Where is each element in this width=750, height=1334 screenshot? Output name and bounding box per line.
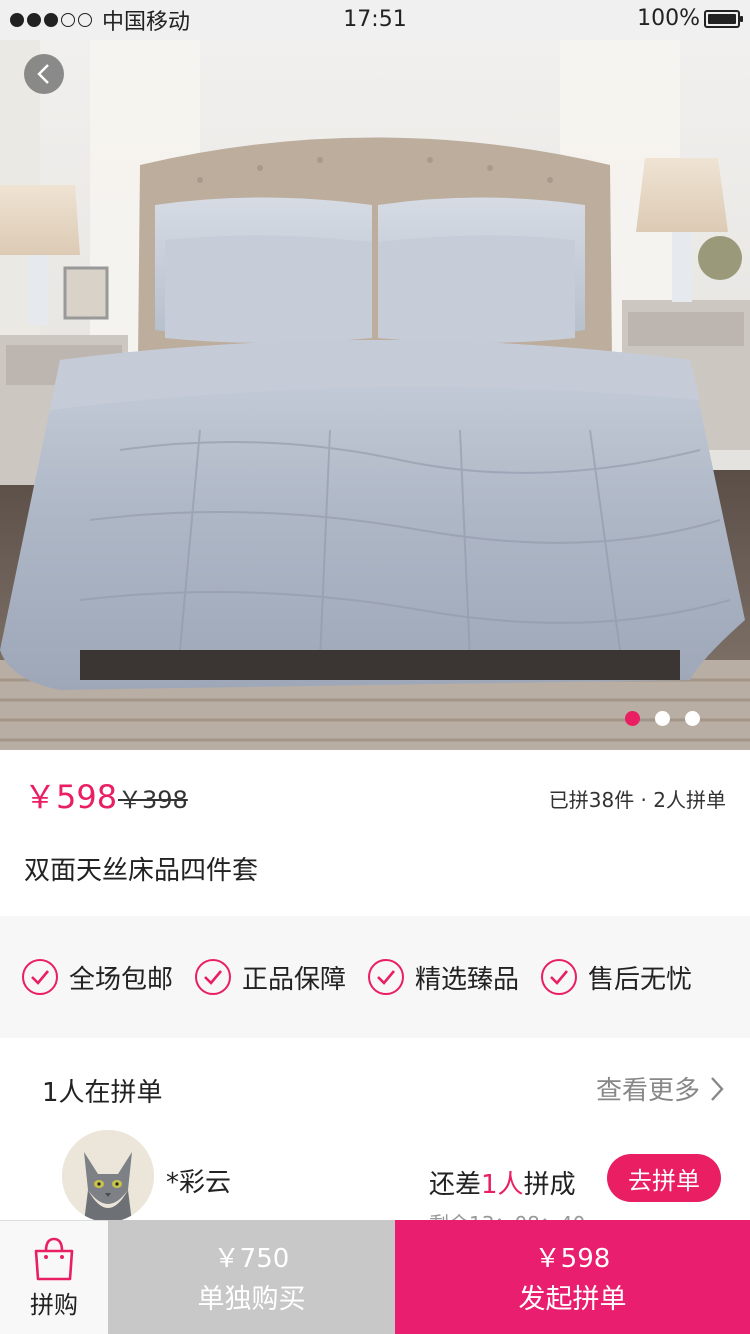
view-more-label: 查看更多 bbox=[595, 1076, 700, 1106]
check-circle-icon bbox=[368, 959, 405, 995]
guarantee-free-shipping: 全场包邮 bbox=[22, 959, 173, 996]
guarantee-label: 精选臻品 bbox=[415, 964, 520, 995]
start-group-button[interactable]: ￥598 发起拼单 bbox=[395, 1220, 750, 1334]
solo-label: 单独购买 bbox=[197, 1284, 306, 1315]
member-name: *彩云 bbox=[166, 1168, 232, 1198]
tab-pingou[interactable]: 拼购 bbox=[0, 1220, 108, 1334]
group-price: ￥598 bbox=[24, 778, 118, 816]
guarantee-label: 全场包邮 bbox=[69, 964, 174, 995]
remaining-count: 1人 bbox=[481, 1170, 524, 1200]
tab-label: 拼购 bbox=[30, 1291, 78, 1319]
carrier-name: 中国移动 bbox=[102, 10, 191, 35]
guarantee-label: 正品保障 bbox=[242, 964, 347, 995]
group-buy-price: ￥598 bbox=[534, 1244, 611, 1274]
group-section-header: 1人在拼单 查看更多 bbox=[0, 1040, 750, 1136]
signal-strength-icon bbox=[10, 13, 92, 27]
product-image-carousel[interactable] bbox=[0, 0, 750, 750]
group-remaining-text: 还差1人拼成 bbox=[429, 1170, 576, 1200]
battery-indicator: 100% bbox=[637, 6, 743, 31]
bottom-action-bar: 拼购 ￥750 单独购买 ￥598 发起拼单 bbox=[0, 1220, 750, 1334]
battery-icon bbox=[704, 9, 743, 28]
avatar bbox=[62, 1130, 154, 1222]
original-price: ￥398 bbox=[118, 786, 188, 814]
price-row: ￥598 ￥398 已拼38件 · 2人拼单 bbox=[0, 760, 750, 830]
shopping-bag-icon bbox=[34, 1237, 74, 1281]
group-buy-label: 发起拼单 bbox=[518, 1284, 627, 1315]
pager-dot[interactable] bbox=[685, 711, 700, 726]
group-member-row: *彩云 还差1人拼成 剩余13：08：40 去拼单 bbox=[0, 1130, 750, 1236]
chevron-left-icon bbox=[37, 64, 49, 84]
group-section-title: 1人在拼单 bbox=[42, 1078, 163, 1108]
bed-product-image bbox=[0, 0, 750, 750]
guarantee-authentic: 正品保障 bbox=[195, 959, 346, 996]
status-bar: 中国移动 17:51 100% bbox=[0, 0, 750, 40]
guarantee-selected: 精选臻品 bbox=[368, 959, 519, 996]
battery-percent: 100% bbox=[637, 6, 700, 31]
check-circle-icon bbox=[195, 959, 232, 995]
pager-dot[interactable] bbox=[655, 711, 670, 726]
group-sales-info: 已拼38件 · 2人拼单 bbox=[548, 788, 726, 812]
guarantee-label: 售后无忧 bbox=[588, 964, 693, 995]
pager-dot-active[interactable] bbox=[625, 711, 640, 726]
check-circle-icon bbox=[541, 959, 578, 995]
guarantee-after-sales: 售后无忧 bbox=[541, 959, 692, 996]
view-more-link[interactable]: 查看更多 bbox=[596, 1070, 724, 1107]
guarantee-bar: 全场包邮 正品保障 精选臻品 售后无忧 bbox=[0, 916, 750, 1038]
solo-price: ￥750 bbox=[213, 1244, 290, 1274]
chevron-right-icon bbox=[711, 1076, 724, 1101]
check-circle-icon bbox=[22, 959, 58, 995]
carousel-pager bbox=[625, 711, 700, 726]
product-title: 双面天丝床品四件套 bbox=[24, 856, 259, 886]
join-group-button[interactable]: 去拼单 bbox=[607, 1154, 721, 1202]
cat-avatar-image bbox=[62, 1130, 154, 1222]
back-button[interactable] bbox=[24, 54, 64, 94]
buy-alone-button[interactable]: ￥750 单独购买 bbox=[108, 1220, 395, 1334]
